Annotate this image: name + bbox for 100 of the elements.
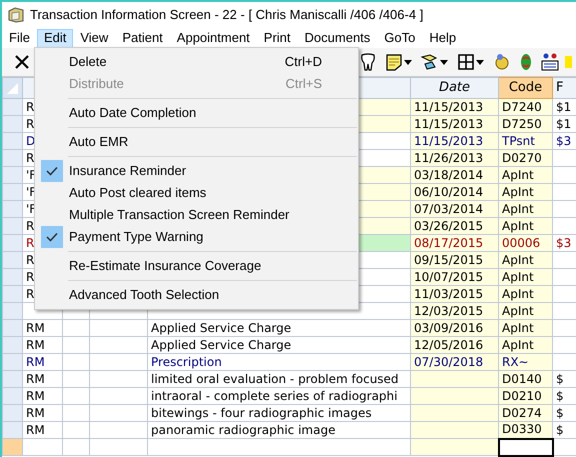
row-header[interactable]: [2, 234, 22, 252]
people-icon[interactable]: [540, 52, 560, 72]
menu-option[interactable]: Insurance Reminder: [35, 160, 358, 182]
table-cell: R: [26, 236, 34, 250]
row-header[interactable]: [2, 218, 22, 234]
row-header[interactable]: [2, 302, 22, 320]
note-icon[interactable]: [384, 52, 404, 72]
table-cell: $3: [556, 236, 572, 250]
table-cell: $3: [556, 134, 572, 148]
table-cell: 10/07/2015: [414, 270, 484, 284]
menu-item[interactable]: GoTo: [377, 28, 422, 48]
table-cell: 09/15/2015: [414, 252, 484, 266]
checkmark-icon: [40, 160, 62, 182]
row-header[interactable]: [2, 132, 22, 150]
column-header[interactable]: Date: [410, 78, 498, 98]
row-header[interactable]: [2, 388, 22, 404]
table-cell: Applied Service Charge: [151, 320, 292, 334]
table-cell: D0330: [502, 422, 542, 436]
menu-item[interactable]: View: [73, 28, 116, 48]
table-cell: R: [26, 270, 34, 284]
table-cell: 06/10/2014: [414, 184, 484, 198]
row-header[interactable]: [2, 116, 22, 132]
table-cell: R: [26, 150, 34, 164]
table-cell: bitewings - four radiographic images: [151, 406, 372, 420]
caret-icon[interactable]: [476, 60, 484, 64]
table-cell: 11/15/2013: [414, 116, 484, 130]
table-cell: R: [26, 116, 34, 130]
row-header[interactable]: [2, 370, 22, 388]
table-cell: RM: [26, 338, 45, 352]
grid-icon[interactable]: [456, 52, 476, 72]
row-header[interactable]: [2, 252, 22, 268]
row-header[interactable]: [2, 184, 22, 200]
checkmark-icon: [40, 226, 62, 248]
caret-icon[interactable]: [404, 60, 412, 64]
table-cell: 03/09/2016: [414, 320, 484, 334]
menu-item[interactable]: Documents: [298, 28, 378, 48]
row-header[interactable]: [2, 320, 22, 336]
table-cell: Prescription: [151, 354, 222, 368]
table-cell: 11/15/2013: [414, 134, 484, 148]
menu-option[interactable]: Auto Date Completion: [35, 102, 358, 124]
menu-item[interactable]: Help: [422, 28, 464, 48]
table-cell: RM: [26, 406, 45, 420]
table-cell: ApInt: [502, 168, 534, 182]
table-cell: $1: [556, 100, 572, 114]
row-header[interactable]: [2, 268, 22, 286]
menu-option[interactable]: Auto Post cleared items: [35, 182, 358, 204]
table-cell: 00006: [502, 236, 540, 250]
table-cell: $1: [556, 116, 572, 130]
row-header[interactable]: [2, 404, 22, 422]
row-header[interactable]: [2, 150, 22, 166]
table-cell: D7240: [502, 100, 542, 114]
column-header[interactable]: F: [552, 78, 576, 98]
table-cell: $: [556, 406, 564, 420]
row-header[interactable]: [2, 336, 22, 354]
table-cell: 08/17/2015: [414, 236, 484, 250]
table-cell: ApInt: [502, 218, 534, 232]
table-cell: RM: [26, 372, 45, 386]
row-header[interactable]: [2, 422, 22, 438]
table-cell: D0270: [502, 150, 542, 164]
tooth-icon[interactable]: [358, 52, 378, 72]
table-cell: 11/15/2013: [414, 100, 484, 114]
folder-icon: [8, 7, 24, 23]
table-cell: panoramic radiographic image: [151, 422, 336, 436]
menu-item[interactable]: Appointment: [170, 28, 257, 48]
table-cell: Applied Service Charge: [151, 338, 292, 352]
table-cell: 11/26/2013: [414, 150, 484, 164]
table-cell: RM: [26, 422, 45, 436]
row-header[interactable]: [2, 286, 22, 302]
table-cell: RM: [26, 388, 45, 402]
menu-option[interactable]: Re-Estimate Insurance Coverage: [35, 255, 358, 277]
table-cell: 07/30/2018: [414, 354, 484, 368]
menu-option[interactable]: Advanced Tooth Selection: [35, 284, 358, 306]
table-cell: RM: [26, 320, 45, 334]
menu-option[interactable]: Multiple Transaction Screen Reminder: [35, 204, 358, 226]
table-cell: RX~: [502, 354, 529, 368]
row-header[interactable]: [2, 200, 22, 218]
row-header[interactable]: [2, 354, 22, 370]
table-cell: $: [556, 372, 564, 386]
table-cell: D0140: [502, 372, 542, 386]
window-title: Transaction Information Screen - 22 - [ Chris Maniscalli /406 /406-4 ]: [30, 6, 424, 24]
table-cell: 12/05/2016: [414, 338, 484, 352]
table-cell: ApInt: [502, 202, 534, 216]
menu-item[interactable]: Print: [256, 28, 298, 48]
table-cell: ApInt: [502, 270, 534, 284]
row-header[interactable]: [2, 166, 22, 184]
menu-item[interactable]: File: [2, 28, 37, 48]
menu-item[interactable]: Patient: [115, 28, 170, 48]
menu-option[interactable]: Payment Type Warning: [35, 226, 358, 248]
table-cell: $: [556, 422, 564, 436]
current-cell[interactable]: [498, 438, 552, 456]
table-cell: D0274: [502, 406, 542, 420]
row-header[interactable]: [2, 98, 22, 116]
column-header[interactable]: Code: [498, 78, 552, 98]
caret-icon[interactable]: [440, 60, 448, 64]
menu-option[interactable]: Auto EMR: [35, 131, 358, 153]
table-cell: R: [26, 252, 34, 266]
table-cell: D0210: [502, 388, 542, 402]
row-header[interactable]: [2, 438, 22, 456]
menu-item[interactable]: Edit: [36, 28, 74, 48]
table-cell: 12/03/2015: [414, 304, 484, 318]
